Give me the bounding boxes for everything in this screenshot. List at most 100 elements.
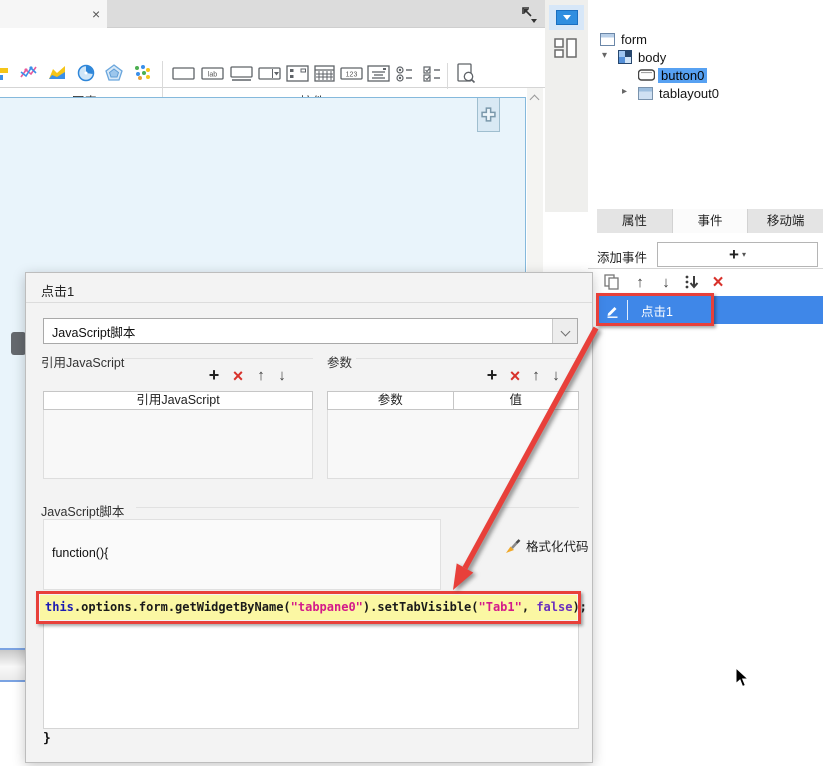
title-divider [26,302,592,303]
event-toolbar: ↑ ↓ × [588,269,823,296]
widget-mode-button[interactable] [549,5,584,30]
tree-item-tablayout0[interactable]: ▸ tablayout0 [588,84,823,102]
gauge-chart-icon[interactable] [77,64,95,82]
collapse-corner-icon[interactable] [519,4,539,24]
tab-events[interactable]: 事件 [672,209,749,233]
radar-chart-icon[interactable] [105,64,123,82]
param-column[interactable]: 参数 [328,392,453,409]
code-token-this: this [45,600,74,614]
ribbon-toolbar: 图表 lab 123 控件 [0,28,545,109]
param-table-header: 参数 值 [327,391,579,410]
scroll-up-icon[interactable] [529,94,540,105]
ref-js-group-label: 引用JavaScript [41,356,125,370]
number-widget-icon[interactable]: 123 [340,65,364,83]
textarea-widget-icon[interactable] [230,65,254,83]
tree-item-form[interactable]: form [588,30,823,48]
calendar-widget-icon[interactable] [313,64,337,84]
code-token-comma: , [521,600,537,614]
code-token-string2: "Tab1" [478,600,522,614]
event-type-select[interactable]: JavaScript脚本 [43,318,578,344]
form-icon [600,32,615,46]
label-widget-icon[interactable]: lab [201,65,225,83]
list-widget-icon[interactable] [367,64,391,84]
tree-item-body[interactable]: ▾ body [588,48,823,66]
plus-icon: + [729,245,739,264]
code-token-string1: "tabpane0" [290,600,363,614]
panel-tabs: 属性 事件 移动端 [597,209,823,233]
event-edit-dialog: 点击1 JavaScript脚本 引用JavaScript + × ↑ ↓ 引用… [25,272,593,763]
checkbox-widget-icon[interactable] [422,64,446,84]
ref-js-table-header: 引用JavaScript [43,391,313,410]
tab-mobile[interactable]: 移动端 [748,209,823,233]
bar-chart-icon[interactable] [0,65,10,83]
ref-down-icon[interactable]: ↓ [273,366,291,384]
tree-item-button0[interactable]: button0 [588,66,823,84]
tab-close-icon[interactable]: × [92,6,100,22]
toolbar-divider [447,63,448,89]
tab-properties[interactable]: 属性 [597,209,673,233]
mouse-cursor [735,667,750,688]
event-down-icon[interactable]: ↓ [656,272,676,292]
radio-widget-icon[interactable] [395,64,419,84]
selected-tree-label: button0 [658,67,708,83]
add-event-label: 添加事件 [597,251,648,265]
chevron-down-icon [560,326,570,336]
svg-text:lab: lab [208,72,217,79]
preview-widget-icon[interactable] [455,63,477,85]
event-item-label: 点击1 [641,304,673,319]
param-delete-icon[interactable]: × [505,366,525,386]
ref-add-icon[interactable]: + [204,365,224,385]
code-token-chain1: .options.form.getWidgetByName( [73,600,291,614]
param-table-body[interactable] [327,410,579,479]
panel-widget-icon[interactable] [286,64,310,84]
script-editor-header: function(){ [43,519,441,590]
param-add-icon[interactable]: + [482,365,502,385]
param-group-label: 参数 [327,356,353,370]
event-type-value: JavaScript脚本 [52,325,136,340]
param-down-icon[interactable]: ↓ [547,366,565,384]
combo-dropdown-button[interactable] [552,319,577,343]
layout-mode-button[interactable] [551,36,581,60]
group-line [136,507,579,508]
line-chart-icon[interactable] [20,64,38,82]
add-event-button[interactable]: + ▾ [657,242,818,267]
expand-arrow-icon[interactable]: ▸ [622,86,627,97]
button0-widget[interactable] [11,332,26,355]
group-line [124,358,313,359]
value-column[interactable]: 值 [452,392,579,409]
dialog-title: 点击1 [41,284,75,299]
document-tabbar: × [0,0,545,28]
widget-tree: form ▾ body button0 ▸ tablayout0 [588,30,823,210]
scatter-chart-icon[interactable] [133,64,151,82]
event-list-row[interactable]: 点击1 [597,296,823,324]
code-token-false: false [536,600,573,614]
sort-events-icon[interactable] [681,272,703,292]
collapse-arrow-icon[interactable]: ▾ [602,50,607,61]
widget-mode-icon [555,10,578,25]
ref-up-icon[interactable]: ↑ [252,366,270,384]
format-code-button[interactable]: 格式化代码 [504,536,589,555]
ref-js-column[interactable]: 引用JavaScript [44,392,312,409]
button-icon [638,69,655,81]
event-up-icon[interactable]: ↑ [630,272,650,292]
area-chart-icon[interactable] [48,64,66,82]
ref-delete-icon[interactable]: × [228,366,248,386]
delete-event-icon[interactable]: × [708,272,728,292]
ref-js-table-body[interactable] [43,410,313,479]
script-editor-area[interactable] [43,622,579,729]
edit-event-button[interactable] [597,296,627,324]
dropdown-widget-icon[interactable] [258,65,282,83]
param-up-icon[interactable]: ↑ [527,366,545,384]
function-open-text: function(){ [52,546,109,560]
code-token-chain2: ).setTabVisible( [362,600,479,614]
document-tab[interactable]: × [0,0,107,28]
function-close-text: } [43,731,51,746]
dropdown-arrow-icon: ▾ [741,250,746,259]
copy-event-icon[interactable] [602,272,622,292]
pencil-icon [607,306,617,318]
highlighted-code-line[interactable]: this.options.form.getWidgetByName("tabpa… [40,595,587,620]
group-line [356,358,579,359]
canvas-add-handle[interactable] [477,98,500,132]
script-group-label: JavaScript脚本 [41,505,125,519]
textbox-widget-icon[interactable] [172,65,196,83]
